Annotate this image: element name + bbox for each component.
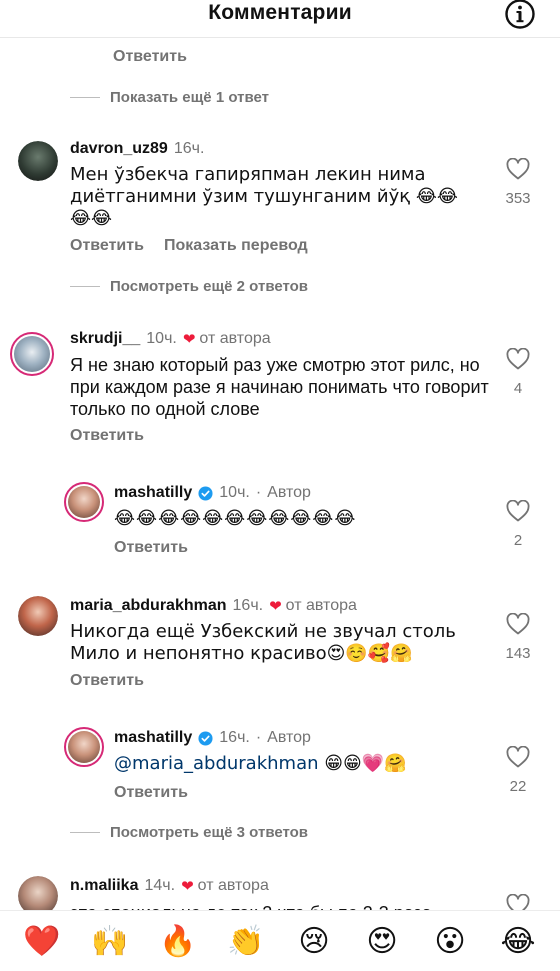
like-group: 143 [498, 613, 538, 662]
comment-meta: davron_uz89 16ч. [70, 140, 204, 158]
avatar[interactable] [64, 727, 104, 767]
divider [70, 286, 100, 287]
heart-outline-icon[interactable] [506, 348, 530, 370]
timestamp: 16ч. [173, 140, 205, 157]
avatar[interactable] [18, 596, 58, 636]
reply-text: 😂😂😂😂😂😂😂😂😂😂😂 [114, 508, 357, 529]
like-count: 143 [505, 645, 531, 662]
reply-text: @maria_abdurakhman 😁😁💗🤗 [114, 753, 407, 775]
reply-button[interactable]: Ответить [113, 48, 187, 66]
show-more-label: Показать ещё 1 ответ [110, 89, 269, 106]
reaction-raised-hands-icon[interactable]: 🙌 [90, 924, 130, 959]
reply-meta: mashatilly 10ч. · Автор [114, 484, 311, 502]
like-count: 2 [513, 532, 523, 549]
comment-meta: n.maliika 14ч. ❤ от автора [70, 877, 269, 895]
username[interactable]: maria_abdurakhman [70, 597, 227, 615]
mention-link[interactable]: @maria_abdurakhman [114, 753, 319, 774]
avatar[interactable] [18, 876, 58, 910]
comment-text: это специально де так 2 что бы по 2-3 ра… [70, 902, 490, 910]
verified-badge-icon [198, 730, 213, 746]
author-liked-tag: ❤ от автора [181, 877, 269, 895]
like-group: 2 [498, 500, 538, 549]
heart-outline-icon[interactable] [506, 500, 530, 522]
username[interactable]: davron_uz89 [70, 140, 168, 158]
reply-button[interactable]: Ответить [70, 237, 144, 255]
reaction-fire-icon[interactable]: 🔥 [158, 924, 198, 959]
avatar[interactable] [64, 482, 104, 522]
page-title: Комментарии [208, 1, 352, 24]
username[interactable]: mashatilly [114, 729, 192, 747]
show-more-replies[interactable]: Посмотреть ещё 2 ответов [70, 278, 308, 295]
like-group: 22 [498, 746, 538, 795]
heart-outline-icon[interactable] [506, 158, 530, 180]
heart-filled-icon: ❤ [181, 878, 194, 895]
avatar[interactable] [18, 141, 58, 181]
reaction-heart-icon[interactable]: ❤️ [22, 924, 62, 959]
header: Комментарии [0, 0, 560, 38]
author-label: Автор [267, 729, 311, 746]
comments-list[interactable]: Ответить Показать ещё 1 ответ davron_uz8… [0, 38, 560, 910]
info-icon[interactable] [504, 0, 536, 30]
reply-meta: mashatilly 16ч. · Автор [114, 729, 311, 747]
avatar[interactable] [10, 332, 54, 376]
heart-outline-icon[interactable] [506, 746, 530, 768]
quick-reaction-bar: ❤️ 🙌 🔥 👏 😢 😍 😮 😂 [0, 910, 560, 971]
author-liked-tag: ❤ от автора [269, 597, 357, 615]
reply-button[interactable]: Ответить [114, 539, 188, 557]
author-tag-label: от автора [197, 877, 269, 894]
like-count: 22 [509, 778, 527, 795]
heart-outline-icon[interactable] [506, 613, 530, 635]
divider [70, 832, 100, 833]
username[interactable]: skrudji__ [70, 330, 140, 348]
like-group [498, 894, 538, 910]
reaction-laughing-icon[interactable]: 😂 [498, 924, 538, 959]
like-count: 353 [505, 190, 531, 207]
comment-text: Никогда ещё Узбекский не звучал столь Ми… [70, 621, 456, 664]
username[interactable]: n.maliika [70, 877, 138, 895]
dot-separator: · [255, 484, 262, 501]
timestamp: 10ч. [146, 330, 177, 347]
timestamp: 10ч. [219, 484, 250, 501]
reply-button[interactable]: Ответить [114, 784, 188, 802]
show-more-label: Посмотреть ещё 2 ответов [110, 278, 309, 295]
reaction-crying-icon[interactable]: 😢 [294, 924, 334, 959]
username[interactable]: mashatilly [114, 484, 192, 502]
show-more-replies[interactable]: Показать ещё 1 ответ [70, 89, 269, 106]
show-more-label: Посмотреть ещё 3 ответов [110, 824, 309, 841]
reaction-surprised-icon[interactable]: 😮 [430, 924, 470, 959]
divider [70, 97, 100, 98]
author-tag-label: от автора [285, 597, 357, 614]
verified-badge-icon [198, 485, 213, 501]
author-tag-label: от автора [199, 330, 271, 347]
heart-filled-icon: ❤ [182, 331, 196, 348]
author-label: Автор [267, 484, 311, 501]
reply-button[interactable]: Ответить [70, 427, 144, 445]
reply-emoji-text: 😁😁💗🤗 [318, 753, 407, 774]
timestamp: 16ч. [232, 597, 264, 614]
heart-outline-icon[interactable] [506, 894, 530, 910]
dot-separator: · [255, 729, 262, 746]
reaction-clap-icon[interactable]: 👏 [226, 924, 266, 959]
like-group: 353 [498, 158, 538, 207]
reaction-heart-eyes-icon[interactable]: 😍 [362, 924, 402, 959]
comment-meta: skrudji__ 10ч. ❤ от автора [70, 330, 271, 348]
timestamp: 14ч. [144, 877, 176, 894]
heart-filled-icon: ❤ [269, 598, 282, 615]
comment-text: Мен ўзбекча гапиряпман лекин нима диётга… [70, 164, 458, 229]
like-count: 4 [513, 380, 523, 397]
comment-meta: maria_abdurakhman 16ч. ❤ от автора [70, 597, 357, 615]
reply-button[interactable]: Ответить [70, 672, 144, 690]
author-liked-tag: ❤ от автора [183, 330, 271, 348]
timestamp: 16ч. [219, 729, 250, 746]
show-more-replies[interactable]: Посмотреть ещё 3 ответов [70, 824, 308, 841]
translate-button[interactable]: Показать перевод [164, 237, 308, 255]
like-group: 4 [498, 348, 538, 397]
comment-text: Я не знаю который раз уже смотрю этот ри… [70, 355, 489, 419]
